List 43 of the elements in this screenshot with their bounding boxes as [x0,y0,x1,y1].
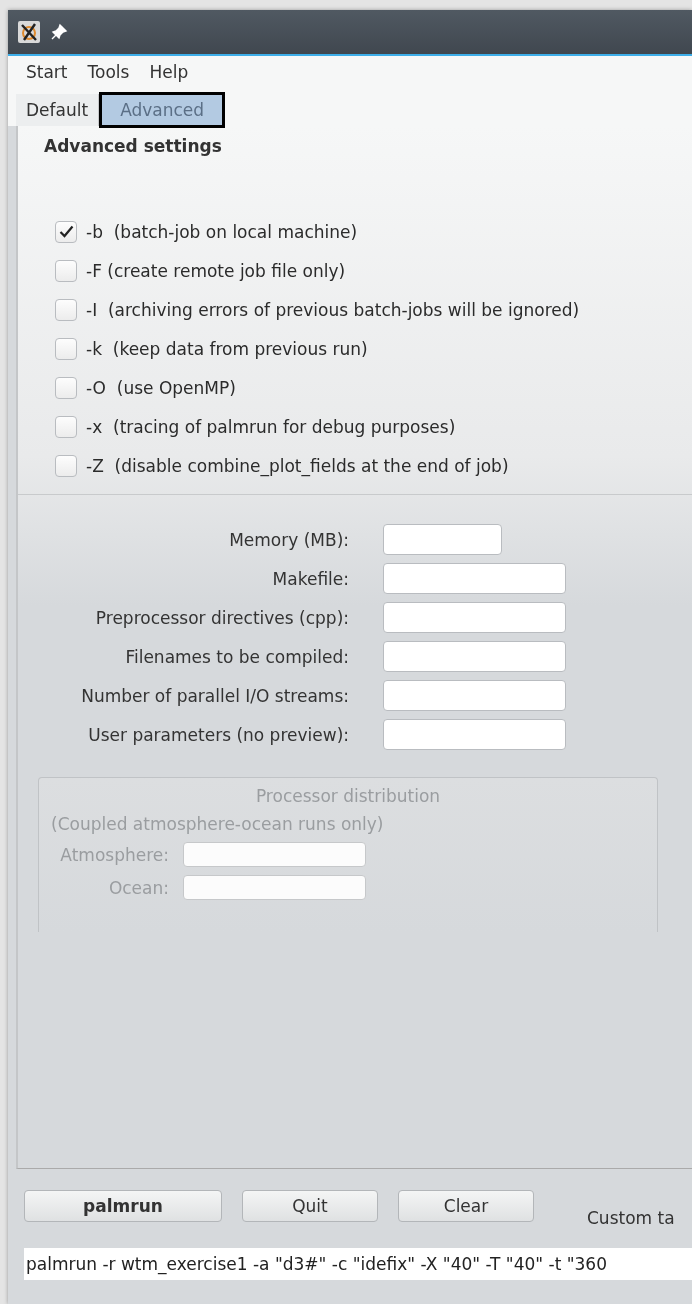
pin-icon[interactable] [50,23,68,41]
app-logo-icon [18,21,40,43]
input-field[interactable] [383,563,566,594]
checkbox[interactable] [55,298,77,321]
checkbox[interactable] [55,415,77,438]
input-field[interactable] [383,524,502,555]
run-button[interactable]: palmrun [24,1190,222,1222]
field-label: Filenames to be compiled: [124,646,349,667]
checkmark-icon [58,225,74,238]
checkbox[interactable] [55,337,77,360]
field-label: Custom ta [587,1208,675,1228]
field-label: Preprocessor directives (cpp): [94,607,349,628]
option-label: -x (tracing of palmrun for debug purposes) [86,416,456,437]
button[interactable]: Clear [398,1190,534,1222]
option-label: -Z (disable combine_plot_fields at the end of job) [86,455,509,476]
option-label: -O (use OpenMP) [86,377,236,398]
section-heading: Advanced settings [43,135,223,158]
menu-item[interactable]: Start [16,62,78,82]
field-label: Memory (MB): [228,529,349,550]
group-note: (Coupled atmosphere-ocean runs only) [51,814,385,834]
option-label: -b (batch-job on local machine) [86,221,358,242]
menu-item[interactable]: Help [139,62,199,82]
checkbox[interactable] [55,220,77,243]
menu-item[interactable]: Tools [77,62,140,82]
field-label: User parameters (no preview): [87,724,349,745]
input-field[interactable] [383,680,566,711]
checkbox[interactable] [55,259,77,282]
option-label: -F (create remote job file only) [86,260,346,281]
group-title: Processor distribution [254,786,442,806]
command-field[interactable]: palmrun -r wtm_exercise1 -a "d3#" -c "idefix" -X "40" -T "40" -t "360 [24,1248,692,1280]
input-field[interactable] [383,641,566,672]
field-label: Ocean: [107,877,169,898]
button[interactable]: Quit [242,1190,378,1222]
input-field[interactable] [383,719,566,750]
field-label: Atmosphere: [59,844,169,865]
checkbox[interactable] [55,454,77,477]
field-label: Number of parallel I/O streams: [80,685,349,706]
option-label: -I (archiving errors of previous batch-jobs will be ignored) [86,299,580,320]
tab[interactable]: Default [16,94,100,126]
field-label: Makefile: [271,568,349,589]
input-field[interactable] [383,602,566,633]
option-label: -k (keep data from previous run) [86,338,368,359]
checkbox[interactable] [55,376,77,399]
